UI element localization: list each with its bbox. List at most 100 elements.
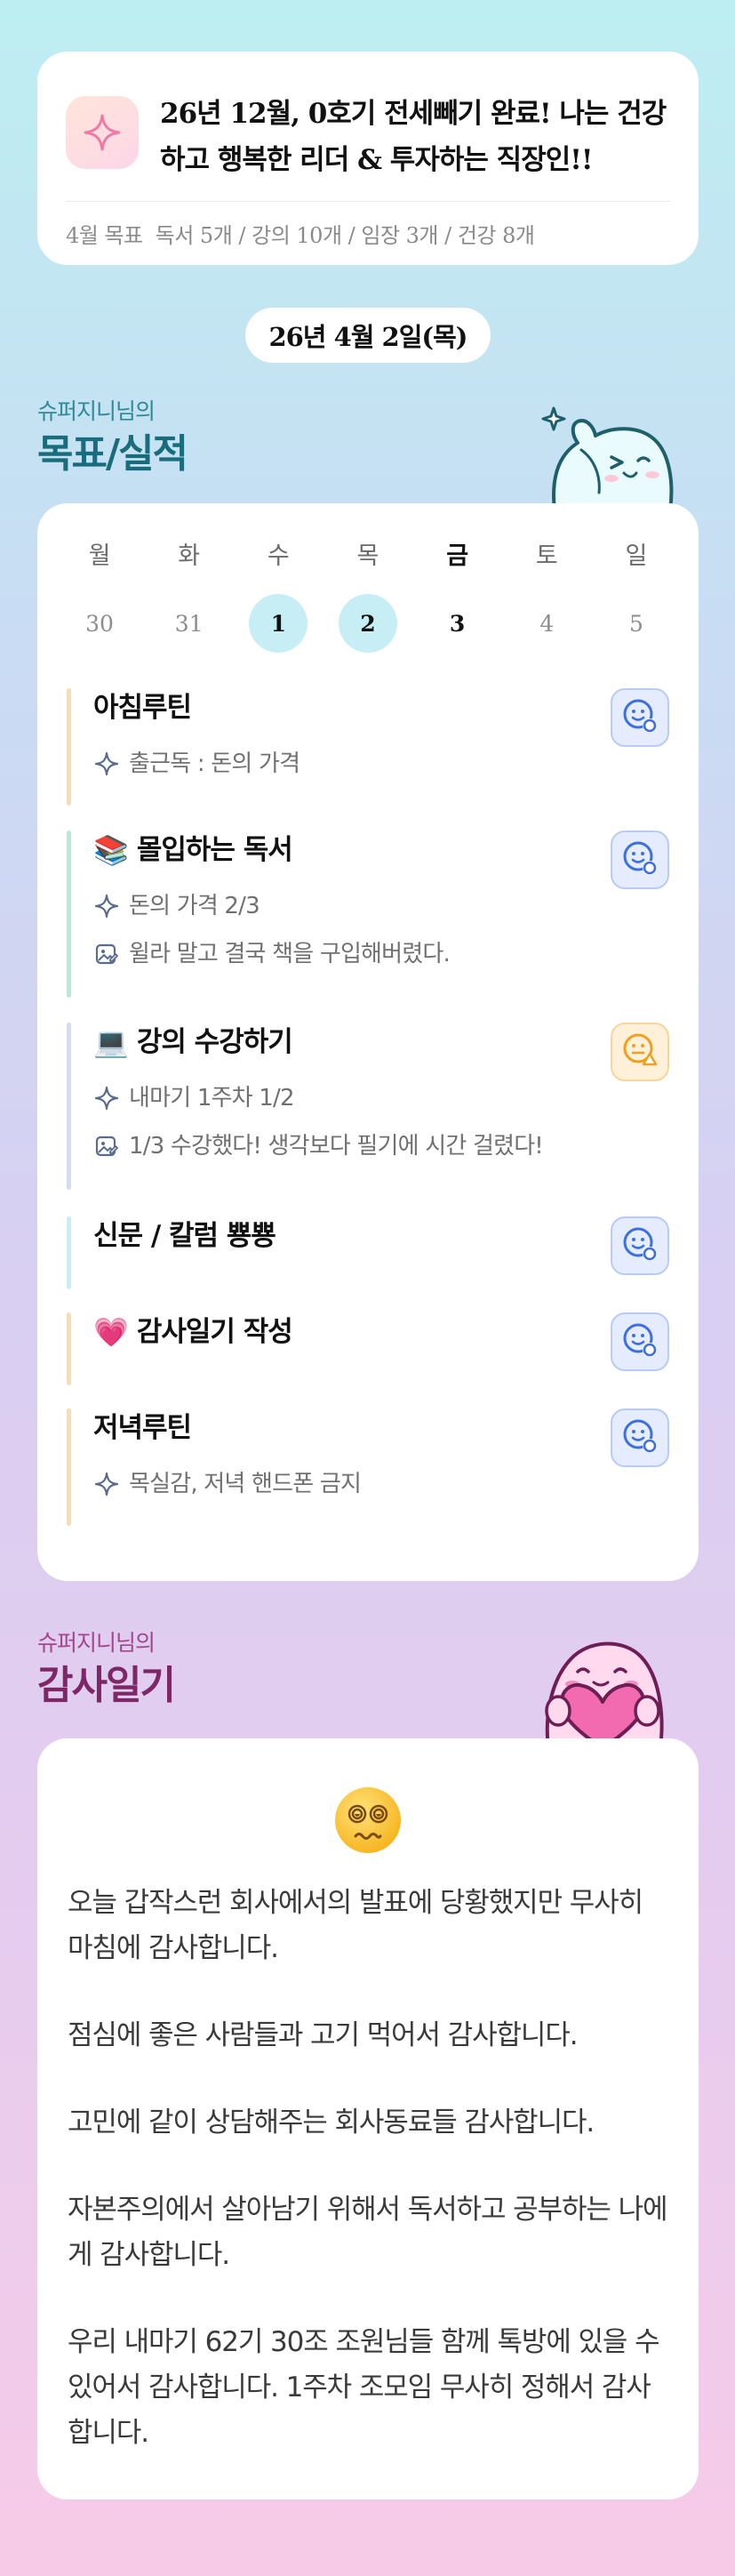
day-column[interactable]: 월 30 xyxy=(70,539,129,653)
goal-name: 저녁루틴 xyxy=(93,1408,669,1448)
day-column[interactable]: 수1 xyxy=(249,539,308,653)
day-name: 토 xyxy=(535,542,558,570)
goal-sub-text: 돈의 가격 2/3 xyxy=(129,893,260,919)
goal-sub-text: 윌라 말고 결국 책을 구입해버렸다. xyxy=(129,941,451,967)
goal-task: 내마기 1주차 1/2 xyxy=(93,1085,669,1111)
divider xyxy=(66,201,670,202)
goal-item[interactable]: 💗 감사일기 작성 xyxy=(67,1312,669,1385)
diary-section-title: 감사일기 xyxy=(37,1663,176,1708)
goal-name-text: 몰입하는 독서 xyxy=(136,834,293,866)
date-pill[interactable]: 26년 4월 2일(목) xyxy=(245,308,491,363)
smile-check-icon xyxy=(621,1225,659,1266)
goal-emoji: 💻 xyxy=(93,1025,129,1059)
sparkle-icon xyxy=(93,1471,120,1497)
mascot-waving-illustration xyxy=(541,406,674,510)
goals-card: 월 30 화 31 수 1 목 2 금 3 토 4 일 5 아침루틴 출근독 : 돈의 가격 📚 몰입하는 독서… xyxy=(37,503,699,1581)
diary-paragraph: 자본주의에서 살아남기 위해서 독서하고 공부하는 나에게 감사합니다. xyxy=(68,2194,668,2271)
smile-check-icon xyxy=(621,1417,659,1458)
day-name: 수 xyxy=(267,542,290,570)
goal-name-text: 신문 / 칼럼 뿅뿅 xyxy=(93,1220,276,1252)
goal-status-button[interactable] xyxy=(611,1216,669,1275)
sparkle-icon xyxy=(93,893,120,919)
day-column[interactable]: 화 31 xyxy=(160,539,219,653)
gratitude-diary-card: 오늘 갑작스런 회사에서의 발표에 당황했지만 무사히 마침에 감사합니다. 점심… xyxy=(37,1738,699,2500)
goal-item[interactable]: 💻 강의 수강하기내마기 1주차 1/2 1/3 수강했다! 생각보다 필기에 시간… xyxy=(67,1023,669,1190)
goal-name: 아침루틴 xyxy=(93,688,669,727)
goal-color-bar xyxy=(67,1312,71,1385)
dizzy-face-icon xyxy=(335,1787,401,1853)
goal-color-bar xyxy=(67,1023,71,1190)
day-date[interactable]: 3 xyxy=(428,594,487,653)
goal-task: 출근독 : 돈의 가격 xyxy=(93,750,669,777)
goal-title: 26년 12월, 0호기 전세빼기 완료! 나는 건강하고 행복한 리더 & 투… xyxy=(160,98,667,176)
goals-section-title: 목표/실적 xyxy=(37,431,188,477)
goal-item[interactable]: 신문 / 칼럼 뿅뿅 xyxy=(67,1216,669,1289)
day-column[interactable]: 목2 xyxy=(338,539,397,653)
day-date[interactable]: 1 xyxy=(249,594,308,653)
goal-name: 💻 강의 수강하기 xyxy=(93,1023,669,1062)
day-date[interactable]: 5 xyxy=(607,594,666,653)
goal-name: 📚 몰입하는 독서 xyxy=(93,831,669,870)
goal-task: 돈의 가격 2/3 xyxy=(93,893,669,919)
goal-color-bar xyxy=(67,688,71,806)
goal-name: 신문 / 칼럼 뿅뿅 xyxy=(93,1216,669,1256)
day-date[interactable]: 30 xyxy=(70,594,129,653)
goal-item[interactable]: 📚 몰입하는 독서돈의 가격 2/3 윌라 말고 결국 책을 구입해버렸다. xyxy=(67,831,669,998)
day-date[interactable]: 2 xyxy=(338,594,397,653)
smile-warning-icon xyxy=(621,1031,659,1072)
diary-paragraph: 우리 내마기 62기 30조 조원님들 함께 톡방에 있을 수 있어서 감사합니… xyxy=(68,2326,660,2449)
day-column[interactable]: 일5 xyxy=(607,539,666,653)
goal-name-text: 감사일기 작성 xyxy=(136,1316,293,1348)
goal-status-button[interactable] xyxy=(611,831,669,889)
smile-check-icon xyxy=(621,697,659,738)
smile-check-icon xyxy=(621,839,659,880)
goal-item[interactable]: 아침루틴출근독 : 돈의 가격 xyxy=(67,688,669,806)
goal-sub-text: 목실감, 저녁 핸드폰 금지 xyxy=(129,1471,362,1497)
day-column[interactable]: 토4 xyxy=(517,539,576,653)
day-name: 금 xyxy=(446,542,469,570)
day-name: 화 xyxy=(178,542,201,570)
mascot-heart-illustration xyxy=(545,1641,664,1753)
diary-paragraph: 점심에 좋은 사람들과 고기 먹어서 감사합니다. xyxy=(68,2019,579,2051)
diary-entries: 오늘 갑작스런 회사에서의 발표에 당황했지만 무사히 마침에 감사합니다. 점심… xyxy=(68,1881,672,2498)
day-column[interactable]: 금3 xyxy=(428,539,487,653)
sparkle-icon xyxy=(66,96,139,169)
goal-emoji: 📚 xyxy=(93,833,129,867)
goal-color-bar xyxy=(67,1216,71,1289)
goal-task: 목실감, 저녁 핸드폰 금지 xyxy=(93,1471,669,1497)
goal-sub-text: 내마기 1주차 1/2 xyxy=(129,1085,295,1111)
sparkle-icon xyxy=(93,750,120,777)
month-targets-text: 독서 5개 / 강의 10개 / 임장 3개 / 건강 8개 xyxy=(155,223,535,248)
goal-status-button[interactable] xyxy=(611,688,669,747)
month-label: 4월 목표 xyxy=(66,223,143,248)
day-date[interactable]: 31 xyxy=(160,594,219,653)
goal-name-text: 아침루틴 xyxy=(93,692,192,724)
week-strip: 월 30 화 31 수 1 목 2 금 3 토 4 일 5 xyxy=(67,539,669,653)
day-date[interactable]: 4 xyxy=(517,594,576,653)
goal-memo: 1/3 수강했다! 생각보다 필기에 시간 걸렸다! xyxy=(93,1133,669,1160)
day-name: 목 xyxy=(356,542,379,570)
goal-sub-text: 출근독 : 돈의 가격 xyxy=(129,750,300,777)
goal-summary-card: 26년 12월, 0호기 전세빼기 완료! 나는 건강하고 행복한 리더 & 투… xyxy=(37,52,699,265)
goal-color-bar xyxy=(67,1408,71,1526)
monthly-targets: 4월 목표 독서 5개 / 강의 10개 / 임장 3개 / 건강 8개 xyxy=(66,218,670,249)
memo-icon xyxy=(93,1133,120,1160)
diary-paragraph: 오늘 갑작스런 회사에서의 발표에 당황했지만 무사히 마침에 감사합니다. xyxy=(68,1887,643,1964)
smile-check-icon xyxy=(621,1321,659,1362)
goal-color-bar xyxy=(67,831,71,998)
goal-name: 💗 감사일기 작성 xyxy=(93,1312,669,1352)
goal-item[interactable]: 저녁루틴목실감, 저녁 핸드폰 금지 xyxy=(67,1408,669,1526)
sparkle-icon xyxy=(93,1085,120,1111)
memo-icon xyxy=(93,941,120,967)
day-name: 월 xyxy=(88,542,111,570)
goal-name-text: 저녁루틴 xyxy=(93,1412,192,1444)
goal-name-text: 강의 수강하기 xyxy=(136,1026,293,1058)
goal-status-button[interactable] xyxy=(611,1408,669,1467)
diary-paragraph: 고민에 같이 상담해주는 회사동료들 감사합니다. xyxy=(68,2107,595,2139)
goal-emoji: 💗 xyxy=(93,1315,129,1349)
day-name: 일 xyxy=(625,542,648,570)
goal-memo: 윌라 말고 결국 책을 구입해버렸다. xyxy=(93,941,669,967)
goal-status-button[interactable] xyxy=(611,1312,669,1371)
goal-status-button[interactable] xyxy=(611,1023,669,1081)
goal-header: 26년 12월, 0호기 전세빼기 완료! 나는 건강하고 행복한 리더 & 투… xyxy=(66,91,670,183)
